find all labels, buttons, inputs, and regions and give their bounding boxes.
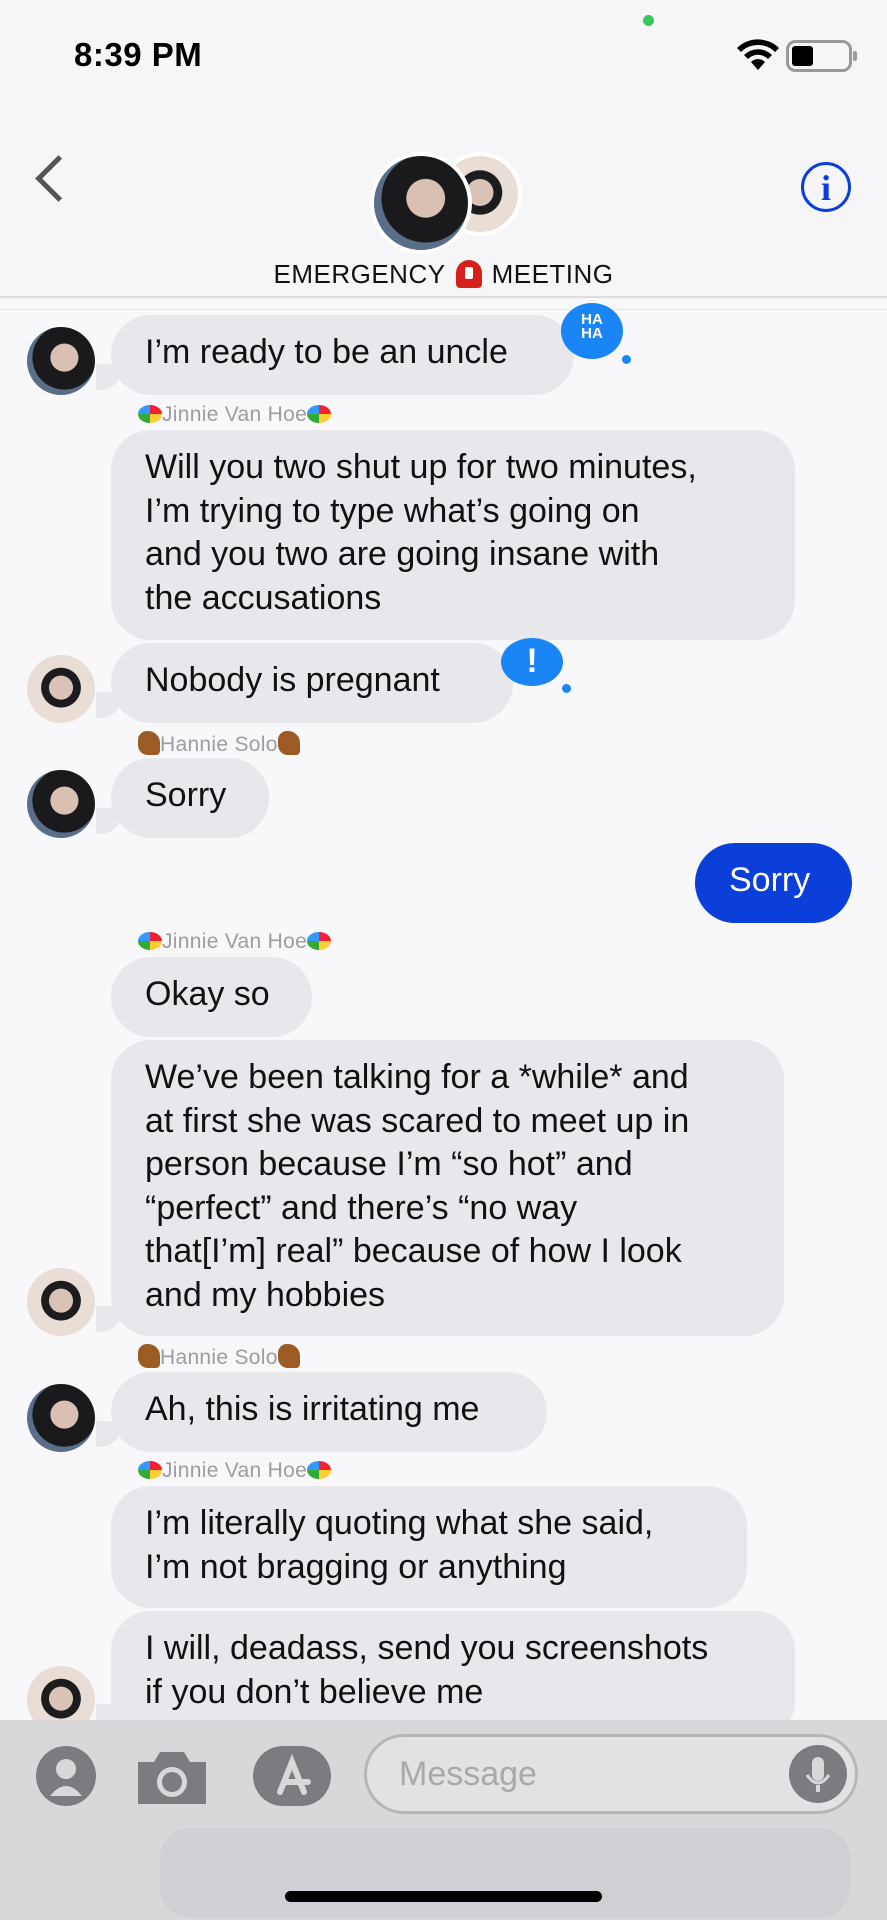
camera-icon[interactable] (134, 1746, 210, 1808)
message-bubble[interactable]: Okay so (111, 957, 312, 1037)
palette-emoji-icon (307, 932, 332, 950)
avatar[interactable] (27, 770, 95, 838)
reaction-dot (622, 355, 631, 364)
message-text: Okay so (145, 975, 270, 1013)
siren-emoji-icon (455, 260, 482, 288)
message-bubble[interactable]: Nobody is pregnant (111, 643, 513, 723)
message-text: Sorry (145, 776, 227, 814)
info-icon[interactable]: i (801, 162, 851, 212)
squirrel-emoji-icon (277, 731, 300, 755)
squirrel-emoji-icon (138, 731, 160, 755)
message-text: Ah, this is irritating me (145, 1390, 480, 1428)
header-divider-secondary (0, 309, 887, 310)
message-line: at first she was scared to meet up in (145, 1101, 690, 1140)
avatar[interactable] (27, 655, 95, 723)
microphone-icon[interactable] (789, 1745, 847, 1803)
palette-emoji-icon (138, 932, 162, 950)
message-placeholder: Message (399, 1755, 537, 1793)
message-bubble[interactable]: Will you two shut up for two minutes, I’… (111, 430, 795, 640)
message-line: if you don’t believe me (145, 1672, 484, 1711)
message-bubble[interactable]: Ah, this is irritating me (111, 1372, 547, 1452)
group-name-right: MEETING (491, 259, 614, 289)
message-line: I will, deadass, send you screenshots (145, 1629, 709, 1667)
palette-emoji-icon (138, 1461, 162, 1479)
message-text: I’m ready to be an uncle (145, 333, 508, 371)
sender-name: Jinnie Van Hoe (138, 930, 332, 954)
message-line: I’m trying to type what’s going on (145, 491, 640, 530)
header-divider (0, 296, 887, 298)
group-avatar-primary[interactable] (370, 152, 472, 254)
message-text: Nobody is pregnant (145, 661, 440, 699)
squirrel-emoji-icon (277, 1344, 300, 1368)
palette-emoji-icon (307, 405, 332, 423)
message-line: Will you two shut up for two minutes, (145, 448, 697, 486)
sender-name: Hannie Solo (138, 1344, 300, 1370)
avatar[interactable] (27, 1268, 95, 1336)
message-line: “perfect” and there’s “no way (145, 1188, 578, 1227)
message-bubble[interactable]: Sorry (111, 758, 269, 838)
message-line: I’m not bragging or anything (145, 1547, 567, 1586)
exclamation-reaction-icon[interactable]: ! (501, 638, 563, 686)
my-message-bubble[interactable]: Sorry (695, 843, 852, 923)
status-time: 8:39 PM (74, 36, 203, 73)
message-bubble[interactable]: We’ve been talking for a *while* and at … (111, 1040, 784, 1336)
message-line: and you two are going insane with (145, 535, 660, 573)
message-text: Sorry (729, 861, 811, 899)
avatar[interactable] (27, 327, 95, 395)
message-line: I’m literally quoting what she said, (145, 1504, 654, 1542)
memoji-icon[interactable] (36, 1746, 96, 1806)
message-line: and my hobbies (145, 1275, 386, 1314)
app-store-icon[interactable] (253, 1746, 331, 1806)
message-bubble[interactable]: I’m ready to be an uncle (111, 315, 574, 395)
keyboard-suggestion-area (160, 1828, 850, 1918)
haha-reaction-icon[interactable]: HA HA (561, 303, 623, 359)
palette-emoji-icon (138, 405, 162, 423)
camera-in-use-indicator (643, 15, 654, 26)
avatar[interactable] (27, 1384, 95, 1452)
message-bubble[interactable]: I’m literally quoting what she said, I’m… (111, 1486, 747, 1608)
message-line: person because I’m “so hot” and (145, 1145, 633, 1183)
palette-emoji-icon (307, 1461, 332, 1479)
message-line: We’ve been talking for a *while* and (145, 1058, 689, 1096)
sender-name: Jinnie Van Hoe (138, 1459, 332, 1483)
message-line: the accusations (145, 578, 382, 617)
home-indicator[interactable] (285, 1891, 602, 1902)
wifi-icon (737, 39, 779, 70)
reaction-dot (562, 684, 571, 693)
squirrel-emoji-icon (138, 1344, 160, 1368)
message-line: that[I’m] real” because of how I look (145, 1232, 682, 1270)
group-name[interactable]: EMERGENCY MEETING (0, 259, 887, 290)
group-name-left: EMERGENCY (273, 259, 446, 289)
battery-icon (786, 40, 857, 72)
sender-name: Hannie Solo (138, 731, 300, 757)
sender-name: Jinnie Van Hoe (138, 403, 332, 427)
